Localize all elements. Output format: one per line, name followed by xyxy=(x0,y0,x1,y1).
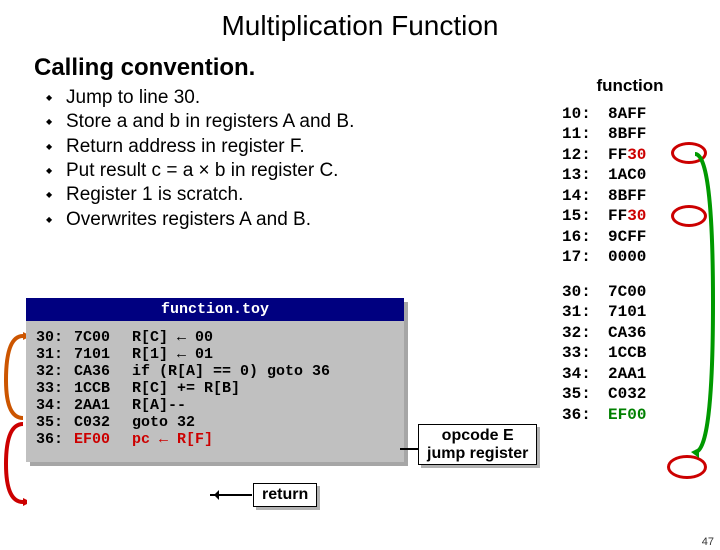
mem-row: 14:8BFF xyxy=(562,186,698,206)
mem-addr: 12: xyxy=(562,145,608,165)
mem-row: 15:FF30 xyxy=(562,206,698,226)
mem-addr: 36: xyxy=(562,405,608,425)
page-number: 47 xyxy=(702,536,714,548)
mem-row: 34:2AA1 xyxy=(562,364,698,384)
code-hex: 1CCB xyxy=(74,380,132,397)
slide-title: Multiplication Function xyxy=(0,10,720,42)
annotation-opcode: opcode E jump register xyxy=(418,424,537,465)
arrow-icon xyxy=(210,494,252,496)
mem-addr: 15: xyxy=(562,206,608,226)
arrow-icon xyxy=(400,448,418,450)
mem-row: 36:EF00 xyxy=(562,405,698,425)
mem-hex: 8AFF xyxy=(608,104,646,124)
code-row: 32:CA36if (R[A] == 0) goto 36 xyxy=(36,363,394,380)
mem-addr: 13: xyxy=(562,165,608,185)
mem-addr: 31: xyxy=(562,302,608,322)
mem-hex: 8BFF xyxy=(608,124,646,144)
code-addr: 33: xyxy=(36,380,74,397)
mem-addr: 35: xyxy=(562,384,608,404)
code-hex: 7C00 xyxy=(74,329,132,346)
mem-hex: CA36 xyxy=(608,323,646,343)
mem-row: 12:FF30 xyxy=(562,145,698,165)
code-hex: 2AA1 xyxy=(74,397,132,414)
mem-addr: 34: xyxy=(562,364,608,384)
memory-sidebar: function 10:8AFF 11:8BFF 12:FF30 13:1AC0… xyxy=(562,76,698,425)
code-asm: goto 32 xyxy=(132,414,195,431)
code-addr: 32: xyxy=(36,363,74,380)
code-row: 30:7C00R[C] ← 00 xyxy=(36,329,394,346)
mem-addr: 30: xyxy=(562,282,608,302)
mem-row: 11:8BFF xyxy=(562,124,698,144)
mem-row: 31:7101 xyxy=(562,302,698,322)
mem-row: 32:CA36 xyxy=(562,323,698,343)
code-asm: R[C] += R[B] xyxy=(132,380,240,397)
mem-row: 13:1AC0 xyxy=(562,165,698,185)
code-asm: R[C] ← 00 xyxy=(132,329,213,346)
code-row: 33:1CCBR[C] += R[B] xyxy=(36,380,394,397)
mem-hex: 8BFF xyxy=(608,186,646,206)
mem-hex: 1AC0 xyxy=(608,165,646,185)
code-addr: 30: xyxy=(36,329,74,346)
jump-arrow-icon xyxy=(691,142,715,472)
mem-row: 10:8AFF xyxy=(562,104,698,124)
sidebar-label: function xyxy=(562,76,698,96)
code-hex: C032 xyxy=(74,414,132,431)
annotation-line: opcode E xyxy=(427,427,528,445)
code-addr: 35: xyxy=(36,414,74,431)
mem-hex: 7101 xyxy=(608,302,646,322)
mem-row: 30:7C00 xyxy=(562,282,698,302)
code-listing-panel: function.toy 30:7C00R[C] ← 00 31:7101R[1… xyxy=(26,298,404,462)
code-row: 31:7101R[1] ← 01 xyxy=(36,346,394,363)
mem-addr: 10: xyxy=(562,104,608,124)
annotation-return: return xyxy=(253,483,317,507)
code-row: 34:2AA1R[A]-- xyxy=(36,397,394,414)
code-asm: R[1] ← 01 xyxy=(132,346,213,363)
mem-hex: 0000 xyxy=(608,247,646,267)
code-asm: R[A]-- xyxy=(132,397,186,414)
code-row: 36:EF00pc ← R[F] xyxy=(36,431,394,448)
code-listing-body: 30:7C00R[C] ← 00 31:7101R[1] ← 01 32:CA3… xyxy=(26,321,404,462)
code-row: 35:C032goto 32 xyxy=(36,414,394,431)
code-bracket-icon xyxy=(3,330,27,508)
code-addr: 34: xyxy=(36,397,74,414)
mem-hex: EF00 xyxy=(608,405,646,425)
mem-hex: 1CCB xyxy=(608,343,646,363)
mem-addr: 14: xyxy=(562,186,608,206)
mem-hex: FF30 xyxy=(608,145,646,165)
mem-hex: C032 xyxy=(608,384,646,404)
mem-hex: FF30 xyxy=(608,206,646,226)
code-hex: 7101 xyxy=(74,346,132,363)
code-asm: if (R[A] == 0) goto 36 xyxy=(132,363,330,380)
code-hex: EF00 xyxy=(74,431,132,448)
code-asm: pc ← R[F] xyxy=(132,431,213,448)
mem-addr: 32: xyxy=(562,323,608,343)
mem-addr: 16: xyxy=(562,227,608,247)
code-hex: CA36 xyxy=(74,363,132,380)
mem-hex: 9CFF xyxy=(608,227,646,247)
mem-row: 17:0000 xyxy=(562,247,698,267)
code-listing-header: function.toy xyxy=(26,298,404,321)
mem-row: 33:1CCB xyxy=(562,343,698,363)
annotation-line: jump register xyxy=(427,445,528,463)
code-addr: 31: xyxy=(36,346,74,363)
mem-row: 35:C032 xyxy=(562,384,698,404)
mem-addr: 11: xyxy=(562,124,608,144)
mem-hex: 7C00 xyxy=(608,282,646,302)
mem-row: 16:9CFF xyxy=(562,227,698,247)
mem-hex: 2AA1 xyxy=(608,364,646,384)
code-addr: 36: xyxy=(36,431,74,448)
mem-addr: 17: xyxy=(562,247,608,267)
mem-addr: 33: xyxy=(562,343,608,363)
